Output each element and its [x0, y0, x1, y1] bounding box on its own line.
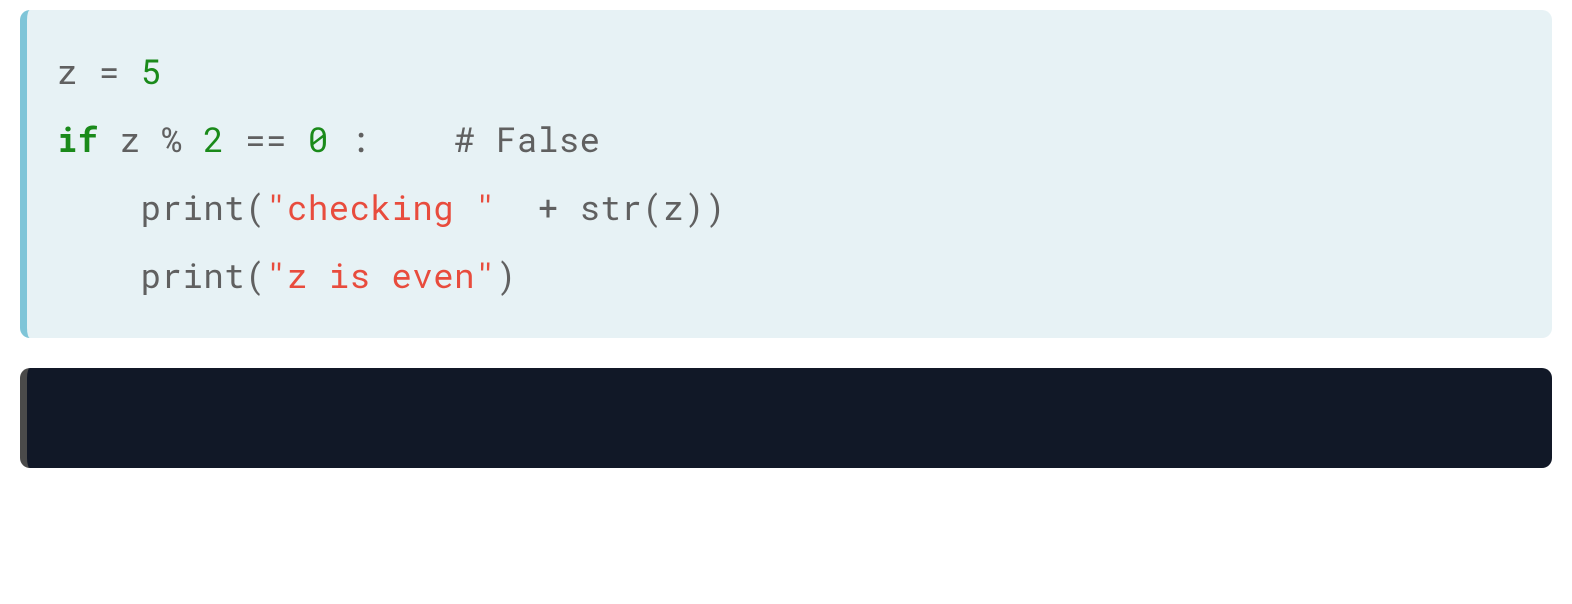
code-block: z = 5 if z % 2 == 0 : # False print("che…	[20, 10, 1552, 338]
code-token-number: 5	[141, 49, 162, 94]
code-token: )	[496, 253, 517, 298]
code-token-comment: # False	[454, 117, 600, 162]
output-block	[20, 368, 1552, 468]
code-token-keyword: if	[57, 117, 99, 162]
code-line-2: if z % 2 == 0 : # False	[57, 106, 1522, 174]
code-token: ==	[224, 117, 308, 162]
code-token: z	[57, 49, 99, 94]
code-token: =	[99, 49, 141, 94]
code-line-4: print("z is even")	[57, 242, 1522, 310]
code-token: z %	[99, 117, 204, 162]
code-token: print(	[57, 253, 266, 298]
code-token-number: 0	[308, 117, 329, 162]
code-token-number: 2	[203, 117, 224, 162]
code-token: :	[329, 117, 454, 162]
code-line-1: z = 5	[57, 38, 1522, 106]
code-token-string: "z is even"	[266, 253, 496, 298]
code-line-3: print("checking " + str(z))	[57, 174, 1522, 242]
code-token-string: "checking "	[266, 185, 496, 230]
code-token: + str(z))	[496, 185, 726, 230]
code-token: print(	[57, 185, 266, 230]
